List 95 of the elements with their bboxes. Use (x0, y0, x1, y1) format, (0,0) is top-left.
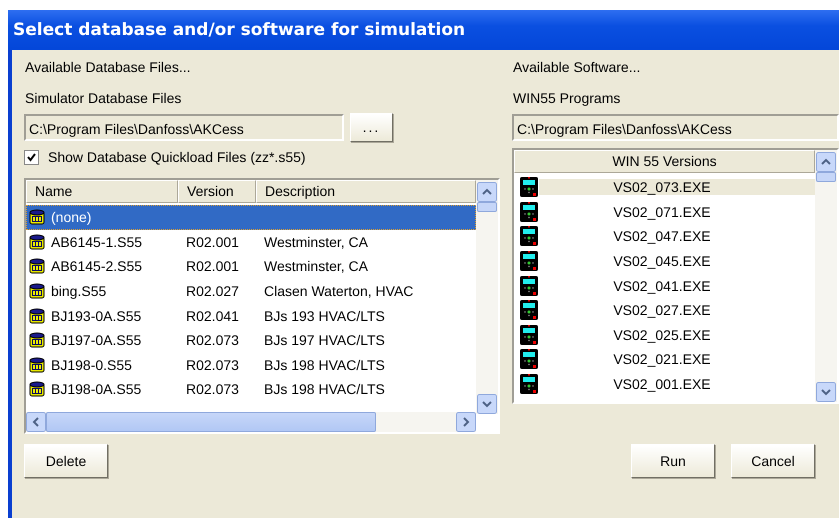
file-name: BJ197-0A.S55 (51, 332, 142, 348)
list-row[interactable]: VS02_021.EXE (514, 347, 815, 372)
controller-device-icon (519, 250, 539, 272)
checkmark-icon (26, 152, 37, 162)
database-icon (29, 356, 45, 373)
description-text: BJs 193 HVAC/LTS (264, 308, 385, 324)
controller-device-icon (519, 348, 539, 370)
list-row[interactable]: VS02_047.EXE (514, 224, 815, 249)
list-row[interactable]: VS02_025.EXE (514, 322, 815, 348)
controller-device-icon (519, 274, 539, 297)
checkbox-label: Show Database Quickload Files (zz*.s55) (48, 149, 306, 165)
browse-button[interactable]: ... (350, 112, 393, 142)
scroll-thumb[interactable] (46, 412, 376, 432)
description-text: Westminster, CA (264, 258, 368, 274)
version-text: R02.001 (186, 234, 239, 250)
column-header[interactable]: Version (178, 180, 256, 203)
path-field[interactable]: C:\Program Files\Danfoss\AKCess (512, 114, 839, 140)
database-icon (29, 283, 45, 300)
file-name: BJ193-0A.S55 (51, 308, 142, 324)
list-row[interactable]: VS02_071.EXE (514, 200, 815, 224)
controller-device-icon (519, 176, 539, 198)
list-row[interactable]: VS02_027.EXE (514, 298, 815, 323)
file-name: bing.S55 (51, 283, 106, 300)
column-header[interactable]: WIN 55 Versions (514, 150, 815, 173)
program-name: VS02_071.EXE (612, 204, 712, 220)
controller-device-icon (519, 299, 539, 322)
list-row[interactable]: bing.S55 R02.027 Clasen Waterton, HVAC (26, 278, 476, 304)
field-label: Simulator Database Files (24, 89, 182, 108)
scroll-thumb[interactable] (477, 202, 497, 212)
program-name: VS02_001.EXE (612, 376, 712, 392)
list-row[interactable]: AB6145-2.S55 R02.001 Westminster, CA (26, 254, 476, 279)
checkbox[interactable] (24, 150, 39, 164)
section-heading: Available Database Files... (24, 58, 192, 77)
list-row[interactable]: VS02_041.EXE (514, 273, 815, 298)
program-name: VS02_025.EXE (612, 326, 712, 343)
description-text: Clasen Waterton, HVAC (264, 283, 414, 300)
scroll-thumb[interactable] (816, 172, 836, 182)
file-name: BJ198-0.S55 (51, 356, 132, 373)
controller-device-icon (519, 373, 539, 396)
database-icon (29, 308, 45, 324)
list-row[interactable]: BJ198-0.S55 R02.073 BJs 198 HVAC/LTS (26, 352, 476, 378)
version-text: R02.027 (186, 283, 239, 300)
window-title: Select database and/or software for simulation (8, 10, 839, 50)
database-icon (29, 381, 45, 398)
list-row[interactable]: VS02_001.EXE (514, 372, 815, 396)
scroll-right-icon (456, 412, 476, 432)
version-text: R02.041 (186, 308, 239, 324)
list-row[interactable]: VS02_073.EXE (514, 175, 815, 200)
version-text: R02.073 (186, 381, 239, 398)
column-header[interactable]: Description (256, 180, 476, 203)
column-header[interactable]: Name (26, 180, 178, 203)
database-icon (29, 332, 45, 348)
file-name: AB6145-2.S55 (51, 258, 142, 274)
description-text: Westminster, CA (264, 234, 368, 250)
file-name: (none) (51, 209, 92, 226)
database-icon (29, 234, 45, 250)
scroll-down-icon (816, 382, 836, 402)
cancel-button[interactable]: Cancel (731, 444, 815, 478)
file-name: AB6145-1.S55 (51, 234, 142, 250)
description-text: BJs 198 HVAC/LTS (264, 381, 385, 398)
list-row[interactable]: BJ198-0A.S55 R02.073 BJs 198 HVAC/LTS (26, 377, 476, 402)
scroll-up-icon (477, 182, 497, 202)
program-name: VS02_073.EXE (539, 179, 815, 196)
database-icon (29, 258, 45, 274)
scroll-up-icon (816, 152, 836, 172)
field-label: WIN55 Programs (512, 89, 622, 108)
scroll-left-icon (26, 412, 46, 432)
list-row[interactable]: BJ193-0A.S55 R02.041 BJs 193 HVAC/LTS (26, 303, 476, 328)
controller-device-icon (519, 324, 539, 346)
vertical-scrollbar[interactable] (815, 150, 837, 402)
program-name: VS02_021.EXE (612, 351, 712, 368)
version-text: R02.073 (186, 356, 239, 373)
program-name: VS02_041.EXE (612, 278, 712, 294)
controller-device-icon (519, 200, 539, 223)
program-name: VS02_047.EXE (612, 228, 712, 244)
program-name: VS02_027.EXE (612, 302, 712, 318)
version-text: R02.001 (186, 258, 239, 274)
controller-device-icon (519, 225, 539, 248)
file-name: BJ198-0A.S55 (51, 381, 142, 398)
version-text: R02.073 (186, 332, 239, 348)
program-name: VS02_045.EXE (612, 253, 712, 270)
vertical-scrollbar[interactable] (476, 180, 498, 414)
list-row[interactable]: AB6145-1.S55 R02.001 Westminster, CA (26, 230, 476, 254)
list-row[interactable]: VS02_045.EXE (514, 248, 815, 274)
path-field[interactable]: C:\Program Files\Danfoss\AKCess (24, 114, 344, 140)
description-text: BJs 197 HVAC/LTS (264, 332, 385, 348)
horizontal-scrollbar[interactable] (26, 412, 476, 432)
description-text: BJs 198 HVAC/LTS (264, 356, 385, 373)
delete-button[interactable]: Delete (24, 444, 108, 478)
section-heading: Available Software... (512, 58, 642, 77)
list-row[interactable]: (none) (26, 205, 476, 230)
scroll-down-icon (477, 394, 497, 414)
list-row[interactable]: BJ197-0A.S55 R02.073 BJs 197 HVAC/LTS (26, 328, 476, 353)
database-icon (29, 209, 45, 226)
run-button[interactable]: Run (631, 444, 715, 478)
